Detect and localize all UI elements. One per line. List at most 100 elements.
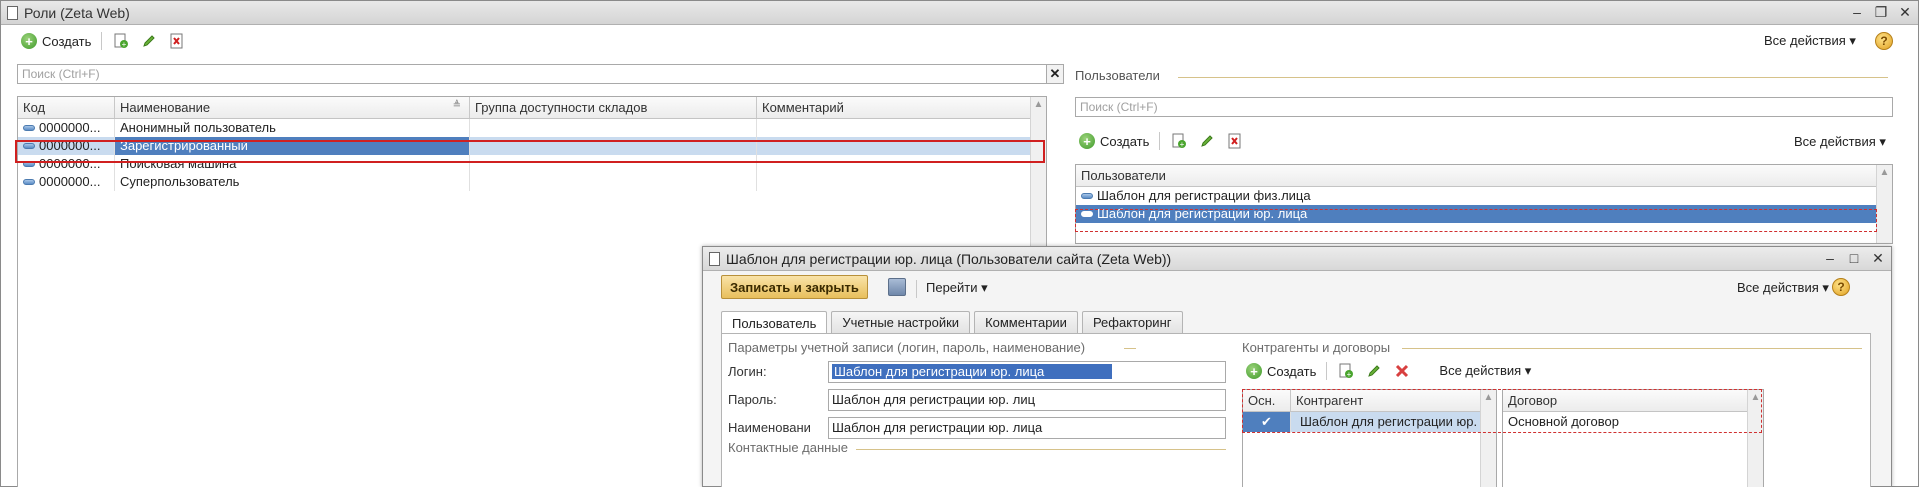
column-comment[interactable]: Комментарий — [757, 97, 1031, 118]
table-row[interactable]: Основной договор — [1503, 412, 1763, 432]
delete-icon[interactable] — [1393, 362, 1411, 380]
copy-icon[interactable]: + — [1170, 132, 1188, 150]
svg-text:+: + — [122, 40, 127, 49]
code-text: 0000000... — [39, 138, 101, 153]
item-icon — [23, 125, 35, 131]
search-clear-icon[interactable]: ✕ — [1046, 64, 1064, 84]
contracts-table: Договор Основной договор ▲ — [1502, 389, 1764, 487]
login-value: Шаблон для регистрации юр. лица — [832, 364, 1112, 379]
tab-refactoring[interactable]: Рефакторинг — [1081, 311, 1183, 333]
child-all-actions-menu[interactable]: Все действия ▾ — [1737, 280, 1829, 296]
delete-icon[interactable] — [1226, 132, 1244, 150]
help-icon[interactable]: ? — [1875, 32, 1893, 50]
column-name[interactable]: Наименование ≜ — [115, 97, 470, 118]
all-actions-label: Все действия — [1439, 363, 1522, 378]
document-icon — [709, 251, 720, 266]
table-row[interactable]: 0000000... Суперпользователь — [18, 173, 1046, 191]
save-icon[interactable] — [888, 278, 906, 296]
cell-contract: Основной договор — [1508, 414, 1619, 429]
item-icon — [23, 179, 35, 185]
tab-comments[interactable]: Комментарии — [974, 311, 1078, 333]
contracts-scrollbar[interactable]: ▲ — [1747, 390, 1763, 487]
edit-icon[interactable] — [140, 32, 158, 50]
minimize-icon[interactable]: – — [1850, 4, 1864, 20]
save-and-close-button[interactable]: Записать и закрыть — [721, 275, 868, 299]
close-icon[interactable]: ✕ — [1871, 250, 1885, 266]
table-row-selected[interactable]: ✔ Шаблон для регистрации юр. ... — [1243, 412, 1496, 432]
column-code[interactable]: Код — [18, 97, 115, 118]
login-field[interactable]: Шаблон для регистрации юр. лица — [828, 361, 1226, 383]
roles-search-input[interactable]: Поиск (Ctrl+F) — [17, 64, 1047, 84]
users-toolbar: + Создать + — [1079, 132, 1244, 150]
table-row-selected[interactable]: 0000000... Зарегистрированный — [18, 137, 1046, 155]
name-field[interactable]: Шаблон для регистрации юр. лица — [828, 417, 1226, 439]
delete-icon[interactable] — [168, 32, 186, 50]
cell-main[interactable]: ✔ — [1243, 412, 1291, 432]
users-create-button[interactable]: + Создать — [1079, 133, 1149, 149]
table-row[interactable]: 0000000... Поисковая машина — [18, 155, 1046, 173]
roles-window-titlebar: Роли (Zeta Web) – ❐ ✕ — [1, 1, 1918, 25]
scroll-up-icon[interactable]: ▲ — [1481, 390, 1496, 406]
toolbar-separator — [916, 280, 917, 298]
cell-name: Зарегистрированный — [115, 137, 470, 155]
edit-icon[interactable] — [1198, 132, 1216, 150]
login-label: Логин: — [728, 364, 767, 379]
plus-icon: + — [1079, 133, 1095, 149]
sort-icon: ≜ — [452, 100, 461, 111]
tab-account-settings[interactable]: Учетные настройки — [831, 311, 971, 333]
contractors-table-header: Осн. Контрагент — [1243, 390, 1496, 412]
plus-icon: + — [1246, 363, 1262, 379]
column-users[interactable]: Пользователи — [1076, 165, 1876, 186]
account-section-title: Параметры учетной записи (логин, пароль,… — [728, 340, 1086, 355]
column-main[interactable]: Осн. — [1243, 390, 1291, 411]
user-tab-panel: Параметры учетной записи (логин, пароль,… — [721, 333, 1871, 487]
users-scrollbar[interactable]: ▲ — [1876, 165, 1892, 243]
svg-text:+: + — [1180, 140, 1185, 149]
contractor-name: Шаблон для регистрации юр. ... — [1300, 414, 1481, 429]
minimize-icon[interactable]: – — [1823, 250, 1837, 266]
goto-label: Перейти — [926, 280, 978, 295]
users-all-actions-menu[interactable]: Все действия ▾ — [1794, 134, 1886, 150]
copy-icon[interactable]: + — [112, 32, 130, 50]
copy-icon[interactable]: + — [1337, 362, 1355, 380]
create-button[interactable]: + Создать — [21, 33, 91, 49]
contracts-table-header: Договор — [1503, 390, 1763, 412]
cell-code: 0000000... — [18, 155, 115, 173]
contractors-all-actions-menu[interactable]: Все действия ▾ — [1439, 363, 1531, 379]
svg-text:+: + — [1347, 370, 1352, 379]
help-icon[interactable]: ? — [1832, 278, 1850, 296]
table-row[interactable]: Шаблон для регистрации физ.лица — [1076, 187, 1892, 205]
cell-comment — [757, 173, 1031, 191]
column-name-label: Наименование — [120, 100, 211, 115]
table-row[interactable]: 0000000... Анонимный пользователь — [18, 119, 1046, 137]
goto-menu[interactable]: Перейти ▾ — [926, 280, 988, 296]
scroll-up-icon[interactable]: ▲ — [1031, 97, 1046, 113]
users-table-header: Пользователи — [1076, 165, 1892, 187]
scroll-up-icon[interactable]: ▲ — [1877, 165, 1892, 181]
child-window-title: Шаблон для регистрации юр. лица (Пользов… — [726, 250, 1172, 267]
edit-icon[interactable] — [1365, 362, 1383, 380]
table-row-selected[interactable]: Шаблон для регистрации юр. лица — [1076, 205, 1892, 223]
maximize-icon[interactable]: □ — [1847, 250, 1861, 266]
user-name: Шаблон для регистрации физ.лица — [1097, 188, 1311, 203]
close-icon[interactable]: ✕ — [1898, 4, 1912, 20]
column-contractor[interactable]: Контрагент — [1291, 390, 1481, 411]
users-section-title: Пользователи — [1075, 68, 1160, 83]
all-actions-menu[interactable]: Все действия ▾ — [1764, 33, 1856, 49]
item-icon — [1081, 193, 1093, 199]
code-text: 0000000... — [39, 156, 101, 171]
window-controls: – ❐ ✕ — [1850, 4, 1912, 20]
users-search-input[interactable]: Поиск (Ctrl+F) — [1075, 97, 1893, 117]
all-actions-label: Все действия — [1764, 33, 1846, 48]
column-contract[interactable]: Договор — [1503, 390, 1748, 411]
contractors-create-button[interactable]: + Создать — [1246, 363, 1316, 379]
toolbar-separator — [1326, 362, 1328, 380]
contractors-scrollbar[interactable]: ▲ — [1480, 390, 1496, 487]
restore-icon[interactable]: ❐ — [1874, 4, 1888, 20]
column-group[interactable]: Группа доступности складов — [470, 97, 757, 118]
tab-user[interactable]: Пользователь — [721, 311, 828, 334]
cell-group — [470, 173, 757, 191]
item-icon — [23, 143, 35, 149]
password-field[interactable]: Шаблон для регистрации юр. лиц — [828, 389, 1226, 411]
scroll-up-icon[interactable]: ▲ — [1748, 390, 1763, 406]
